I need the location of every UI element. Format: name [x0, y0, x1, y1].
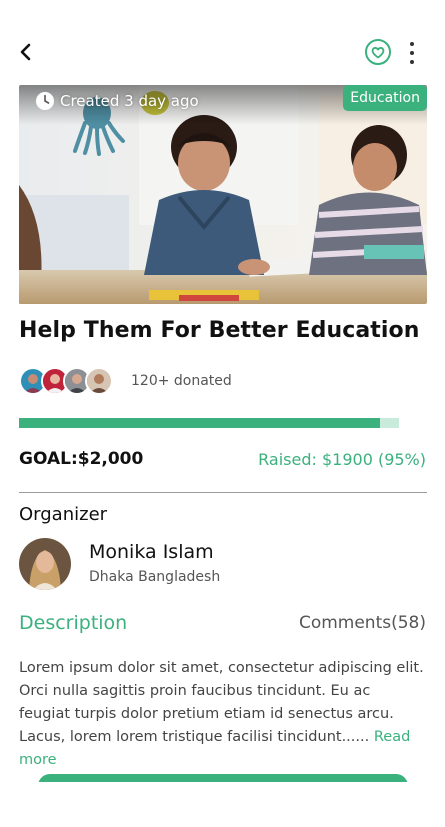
- organizer-name[interactable]: Monika Islam: [89, 541, 214, 563]
- donor-avatar: [85, 367, 113, 395]
- heart-circle-icon: [365, 39, 391, 65]
- favorite-button[interactable]: [364, 38, 392, 66]
- created-label: Created 3 day ago: [60, 92, 199, 110]
- chevron-left-icon: [20, 43, 31, 61]
- children-drawing-photo: [19, 85, 427, 304]
- more-options-button[interactable]: [404, 40, 420, 66]
- funding-progress-bar: [19, 418, 399, 428]
- organizer-heading: Organizer: [19, 504, 108, 525]
- raised-amount: Raised: $1900 (95%): [258, 450, 426, 469]
- organizer-location: Dhaka Bangladesh: [89, 569, 221, 585]
- vertical-dots-icon: [410, 42, 414, 64]
- tab-description[interactable]: Description: [19, 612, 127, 634]
- created-time: Created 3 day ago: [35, 91, 199, 111]
- funding-progress-fill: [19, 418, 380, 428]
- campaign-title: Help Them For Better Education: [19, 318, 420, 343]
- campaign-image: Created 3 day ago Education: [19, 85, 427, 304]
- bottom-area: [0, 782, 445, 827]
- clock-icon: [36, 92, 54, 110]
- donor-avatars: [19, 367, 119, 395]
- back-button[interactable]: [14, 38, 38, 66]
- description-text: Lorem ipsum dolor sit amet, consectetur …: [19, 657, 424, 772]
- donated-count: 120+ donated: [131, 373, 232, 389]
- tab-comments[interactable]: Comments(58): [299, 613, 426, 633]
- organizer-avatar[interactable]: [19, 538, 71, 590]
- category-badge: Education: [343, 85, 427, 111]
- top-bar: [0, 0, 445, 90]
- section-divider: [19, 492, 427, 493]
- goal-amount: GOAL:$2,000: [19, 449, 144, 469]
- description-body: Lorem ipsum dolor sit amet, consectetur …: [19, 660, 424, 745]
